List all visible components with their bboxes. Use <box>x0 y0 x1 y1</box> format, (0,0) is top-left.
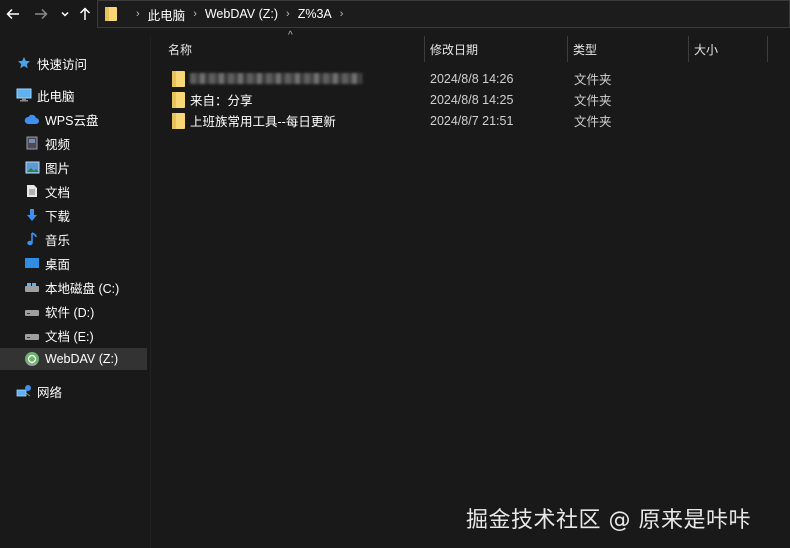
sidebar-item-wps-cloud[interactable]: WPS云盘 <box>0 108 147 130</box>
column-divider[interactable] <box>767 36 768 62</box>
recent-locations-button[interactable] <box>55 2 75 26</box>
column-header-label: 类型 <box>573 42 598 57</box>
desktop-icon <box>24 255 40 271</box>
file-name: 上班族常用工具--每日更新 <box>190 115 336 129</box>
music-icon <box>24 231 40 247</box>
back-button[interactable] <box>3 2 23 26</box>
up-button[interactable] <box>75 2 95 26</box>
file-type: 文件夹 <box>574 115 612 129</box>
sidebar-item-label: 下载 <box>45 209 71 224</box>
column-header-label: 修改日期 <box>430 42 479 57</box>
file-row[interactable]: 来自：分享 2024/8/8 14:25 文件夹 <box>150 89 790 110</box>
folder-icon <box>172 113 185 129</box>
sidebar-item-label: 音乐 <box>45 233 71 248</box>
drive-icon <box>24 279 40 295</box>
column-header-label: 名称 <box>168 42 193 57</box>
star-icon <box>16 55 32 71</box>
sidebar-item-label: WebDAV (Z:) <box>45 352 119 366</box>
file-type: 文件夹 <box>574 73 612 87</box>
file-type: 文件夹 <box>574 94 612 108</box>
sidebar-item-drive-e[interactable]: 文档 (E:) <box>0 324 147 346</box>
sidebar-item-quick-access[interactable]: 快速访问 <box>0 52 147 74</box>
watermark: 掘金技术社区 @ 原来是咔咔 <box>466 508 751 533</box>
file-name <box>190 68 362 89</box>
cloud-icon <box>24 111 40 127</box>
file-row[interactable]: 2024/8/8 14:26 文件夹 <box>150 68 790 89</box>
picture-icon <box>24 159 40 175</box>
folder-icon <box>172 71 185 87</box>
back-arrow-icon <box>6 8 19 20</box>
breadcrumb-current-folder[interactable]: Z%3A <box>298 7 332 21</box>
sidebar-item-label: 文档 <box>45 185 71 200</box>
breadcrumb-this-pc[interactable]: 此电脑 <box>148 5 186 24</box>
sidebar-item-label: 软件 (D:) <box>45 305 95 320</box>
file-name: 来自：分享 <box>190 94 253 108</box>
address-bar[interactable]: › 此电脑 › WebDAV (Z:) › Z%3A › <box>97 0 790 28</box>
sidebar-item-label: 此电脑 <box>37 89 75 104</box>
chevron-down-icon <box>61 11 69 17</box>
column-header-size[interactable]: 大小 <box>688 36 767 62</box>
sidebar-item-label: 图片 <box>45 161 71 176</box>
redacted-file-name <box>190 73 362 84</box>
column-header-date[interactable]: 修改日期 <box>424 36 568 62</box>
sidebar-item-label: 本地磁盘 (C:) <box>45 281 120 296</box>
file-modified-date: 2024/8/7 21:51 <box>430 113 514 128</box>
drive-icon <box>24 327 40 343</box>
document-icon <box>24 183 40 199</box>
breadcrumb-separator: › <box>339 8 344 20</box>
forward-button[interactable] <box>31 2 51 26</box>
video-icon <box>24 135 40 151</box>
column-header-name[interactable]: 名称 <box>162 36 424 62</box>
sidebar-item-network[interactable]: 网络 <box>0 380 147 402</box>
sidebar-item-videos[interactable]: 视频 <box>0 132 147 154</box>
file-row[interactable]: 上班族常用工具--每日更新 2024/8/7 21:51 文件夹 <box>150 110 790 131</box>
file-modified-date: 2024/8/8 14:25 <box>430 92 514 107</box>
drive-icon <box>24 303 40 319</box>
breadcrumb-separator: › <box>286 8 290 20</box>
up-arrow-icon <box>79 7 91 20</box>
breadcrumb-separator: › <box>136 8 140 20</box>
navigation-pane: 快速访问 此电脑 WPS云盘 视频 图片 文档 下载 音乐 桌面 本地磁盘 (C… <box>0 36 150 548</box>
computer-icon <box>16 87 32 103</box>
sidebar-item-label: 视频 <box>45 137 71 152</box>
sidebar-item-label: 网络 <box>37 385 63 400</box>
navigation-bar: › 此电脑 › WebDAV (Z:) › Z%3A › <box>0 0 790 28</box>
sidebar-item-documents[interactable]: 文档 <box>0 180 147 202</box>
forward-arrow-icon <box>35 8 48 20</box>
sidebar-item-label: 快速访问 <box>37 57 88 72</box>
sidebar-item-pictures[interactable]: 图片 <box>0 156 147 178</box>
sidebar-item-music[interactable]: 音乐 <box>0 228 147 250</box>
sidebar-item-desktop[interactable]: 桌面 <box>0 252 147 274</box>
sidebar-item-label: WPS云盘 <box>45 113 99 128</box>
sidebar-item-webdav[interactable]: WebDAV (Z:) <box>0 348 147 370</box>
network-icon <box>16 383 32 399</box>
breadcrumb-separator: › <box>193 8 197 20</box>
sidebar-item-this-pc[interactable]: 此电脑 <box>0 84 147 106</box>
network-drive-icon <box>24 351 40 367</box>
column-header-type[interactable]: 类型 <box>567 36 688 62</box>
file-modified-date: 2024/8/8 14:26 <box>430 71 514 86</box>
sidebar-item-drive-c[interactable]: 本地磁盘 (C:) <box>0 276 147 298</box>
folder-icon <box>105 7 117 21</box>
sidebar-item-drive-d[interactable]: 软件 (D:) <box>0 300 147 322</box>
column-header-label: 大小 <box>694 42 719 57</box>
sidebar-item-label: 桌面 <box>45 257 71 272</box>
sidebar-item-downloads[interactable]: 下载 <box>0 204 147 226</box>
breadcrumb-webdav[interactable]: WebDAV (Z:) <box>205 7 278 21</box>
download-icon <box>24 207 40 223</box>
folder-icon <box>172 92 185 108</box>
sidebar-item-label: 文档 (E:) <box>45 329 94 344</box>
